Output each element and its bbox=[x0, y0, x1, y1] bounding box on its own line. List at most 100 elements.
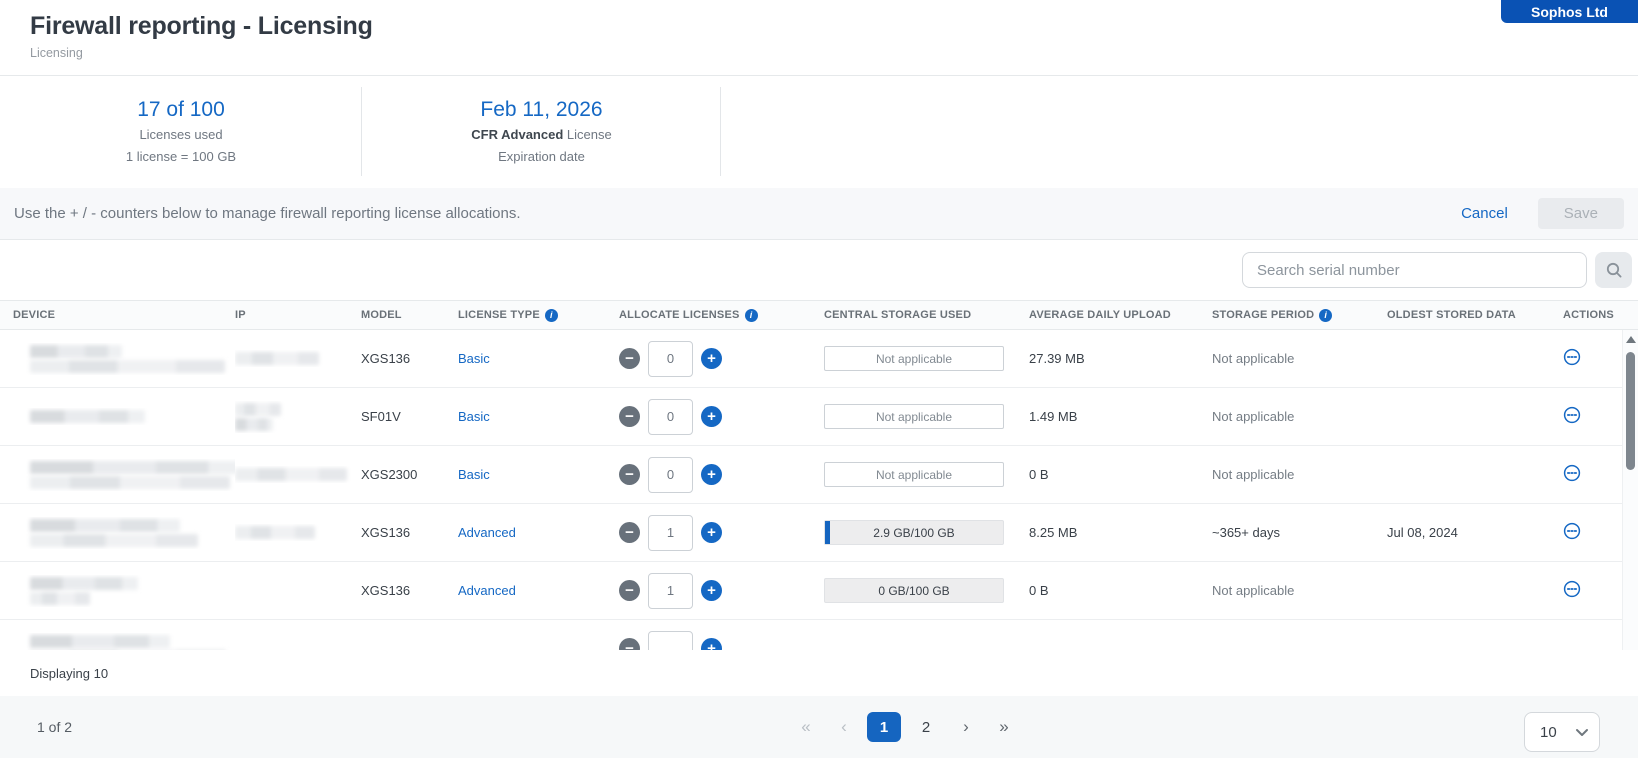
license-type-cell: Advanced bbox=[458, 583, 619, 598]
upload-value: 0 B bbox=[1029, 583, 1049, 598]
license-type-link[interactable]: Advanced bbox=[458, 525, 516, 540]
column-header: AVERAGE DAILY UPLOAD bbox=[1029, 309, 1212, 321]
page-button-2[interactable]: 2 bbox=[909, 712, 943, 742]
page-size-value: 10 bbox=[1540, 724, 1557, 741]
page-button-1[interactable]: 1 bbox=[867, 712, 901, 742]
page-size-dropdown[interactable]: 10 bbox=[1524, 712, 1600, 752]
breadcrumb: Licensing bbox=[30, 46, 83, 60]
decrement-license-button[interactable]: − bbox=[619, 464, 640, 485]
deallocate-action-icon[interactable] bbox=[1563, 348, 1581, 366]
model-cell: XGS136 bbox=[361, 583, 458, 598]
column-header: ALLOCATE LICENSES i bbox=[619, 309, 824, 322]
allocate-count-input[interactable] bbox=[648, 631, 693, 651]
table-row: XGS2300 Basic − + Not applicable 0 B Not… bbox=[0, 446, 1638, 504]
model-text: XGS136 bbox=[361, 351, 410, 366]
decrement-license-button[interactable]: − bbox=[619, 580, 640, 601]
increment-license-button[interactable]: + bbox=[701, 522, 722, 543]
allocate-count-input[interactable] bbox=[648, 515, 693, 551]
cancel-button[interactable]: Cancel bbox=[1455, 201, 1514, 226]
increment-license-button[interactable]: + bbox=[701, 348, 722, 369]
license-type-link[interactable]: Advanced bbox=[458, 583, 516, 598]
device-cell-redacted bbox=[0, 343, 235, 375]
decrement-license-button[interactable]: − bbox=[619, 348, 640, 369]
storage-period-value: Not applicable bbox=[1212, 467, 1294, 482]
redacted-text-block bbox=[30, 635, 170, 648]
deallocate-action-icon[interactable] bbox=[1563, 464, 1581, 482]
scroll-up-icon[interactable] bbox=[1626, 336, 1636, 343]
increment-license-button[interactable]: + bbox=[701, 580, 722, 601]
info-icon[interactable]: i bbox=[745, 309, 758, 322]
search-row bbox=[0, 240, 1638, 300]
increment-license-button[interactable]: + bbox=[701, 638, 722, 650]
column-header: CENTRAL STORAGE USED bbox=[824, 309, 1029, 321]
license-type-link[interactable]: Basic bbox=[458, 467, 490, 482]
license-type-link[interactable]: Basic bbox=[458, 351, 490, 366]
info-icon[interactable]: i bbox=[1319, 309, 1332, 322]
search-input[interactable] bbox=[1242, 252, 1587, 288]
model-text: XGS136 bbox=[361, 583, 410, 598]
license-name-bold: CFR Advanced bbox=[471, 127, 563, 142]
storage-not-applicable-box: Not applicable bbox=[824, 462, 1004, 487]
increment-license-button[interactable]: + bbox=[701, 464, 722, 485]
redacted-text-block bbox=[30, 519, 180, 532]
license-type-link[interactable]: Basic bbox=[458, 409, 490, 424]
license-summary: 17 of 100 Licenses used 1 license = 100 … bbox=[0, 75, 1638, 189]
redacted-text-block bbox=[235, 468, 347, 481]
storage-usage-bar: 2.9 GB/100 GB bbox=[824, 520, 1004, 545]
storage-period-value: Not applicable bbox=[1212, 409, 1294, 424]
upload-value: 8.25 MB bbox=[1029, 525, 1077, 540]
scrollbar-thumb[interactable] bbox=[1626, 352, 1635, 470]
model-cell: SF01V bbox=[361, 409, 458, 424]
page-header: Firewall reporting - Licensing Licensing… bbox=[0, 0, 1638, 76]
page-last-button[interactable]: » bbox=[989, 712, 1019, 742]
deallocate-action-icon[interactable] bbox=[1563, 580, 1581, 598]
storage-usage-bar: 0 GB/100 GB bbox=[824, 578, 1004, 603]
band-actions: Cancel Save bbox=[1455, 198, 1624, 229]
allocate-licenses-cell: − + bbox=[619, 631, 824, 651]
upload-value: 0 B bbox=[1029, 467, 1049, 482]
device-cell-redacted bbox=[0, 633, 235, 651]
licenses-used-value: 17 of 100 bbox=[137, 98, 225, 122]
page-next-button[interactable]: › bbox=[951, 712, 981, 742]
upload-value: 27.39 MB bbox=[1029, 351, 1085, 366]
central-storage-cell: Not applicable bbox=[824, 462, 1029, 487]
decrement-license-button[interactable]: − bbox=[619, 406, 640, 427]
license-name-rest: License bbox=[563, 127, 611, 142]
allocate-count-input[interactable] bbox=[648, 457, 693, 493]
increment-license-button[interactable]: + bbox=[701, 406, 722, 427]
ip-cell-redacted bbox=[235, 350, 361, 367]
column-header-label: MODEL bbox=[361, 309, 402, 321]
allocate-count-input[interactable] bbox=[648, 341, 693, 377]
decrement-license-button[interactable]: − bbox=[619, 522, 640, 543]
allocate-count-input[interactable] bbox=[648, 573, 693, 609]
column-header: MODEL bbox=[361, 309, 458, 321]
search-button[interactable] bbox=[1595, 252, 1632, 288]
average-daily-upload-cell: 0 B bbox=[1029, 583, 1212, 598]
info-icon[interactable]: i bbox=[545, 309, 558, 322]
average-daily-upload-cell: 8.25 MB bbox=[1029, 525, 1212, 540]
device-cell-redacted bbox=[0, 408, 235, 425]
model-text: SF01V bbox=[361, 409, 401, 424]
page-first-button[interactable]: « bbox=[791, 712, 821, 742]
storage-period-cell: Not applicable bbox=[1212, 351, 1387, 366]
page-title: Firewall reporting - Licensing bbox=[30, 12, 373, 41]
deallocate-action-icon[interactable] bbox=[1563, 522, 1581, 540]
storage-period-cell: Not applicable bbox=[1212, 409, 1387, 424]
table-scrollbar[interactable] bbox=[1622, 330, 1638, 650]
allocate-count-input[interactable] bbox=[648, 399, 693, 435]
central-storage-cell: 2.9 GB/100 GB bbox=[824, 520, 1029, 545]
storage-usage-label: 0 GB/100 GB bbox=[878, 584, 949, 598]
save-button[interactable]: Save bbox=[1538, 198, 1624, 229]
allocate-licenses-cell: − + bbox=[619, 457, 824, 493]
account-badge[interactable]: Sophos Ltd bbox=[1501, 0, 1638, 23]
table-row: XGS136 Advanced − + 2.9 GB/100 GB 8.25 M… bbox=[0, 504, 1638, 562]
table-body: XGS136 Basic − + Not applicable 27.39 MB… bbox=[0, 330, 1638, 650]
column-header: DEVICE bbox=[0, 309, 235, 321]
displaying-count: Displaying 10 bbox=[30, 666, 108, 681]
deallocate-action-icon[interactable] bbox=[1563, 406, 1581, 424]
storage-period-value: Not applicable bbox=[1212, 351, 1294, 366]
license-type-cell: Advanced bbox=[458, 525, 619, 540]
page-prev-button[interactable]: ‹ bbox=[829, 712, 859, 742]
decrement-license-button[interactable]: − bbox=[619, 638, 640, 650]
licenses-used-stat: 17 of 100 Licenses used 1 license = 100 … bbox=[0, 75, 362, 188]
